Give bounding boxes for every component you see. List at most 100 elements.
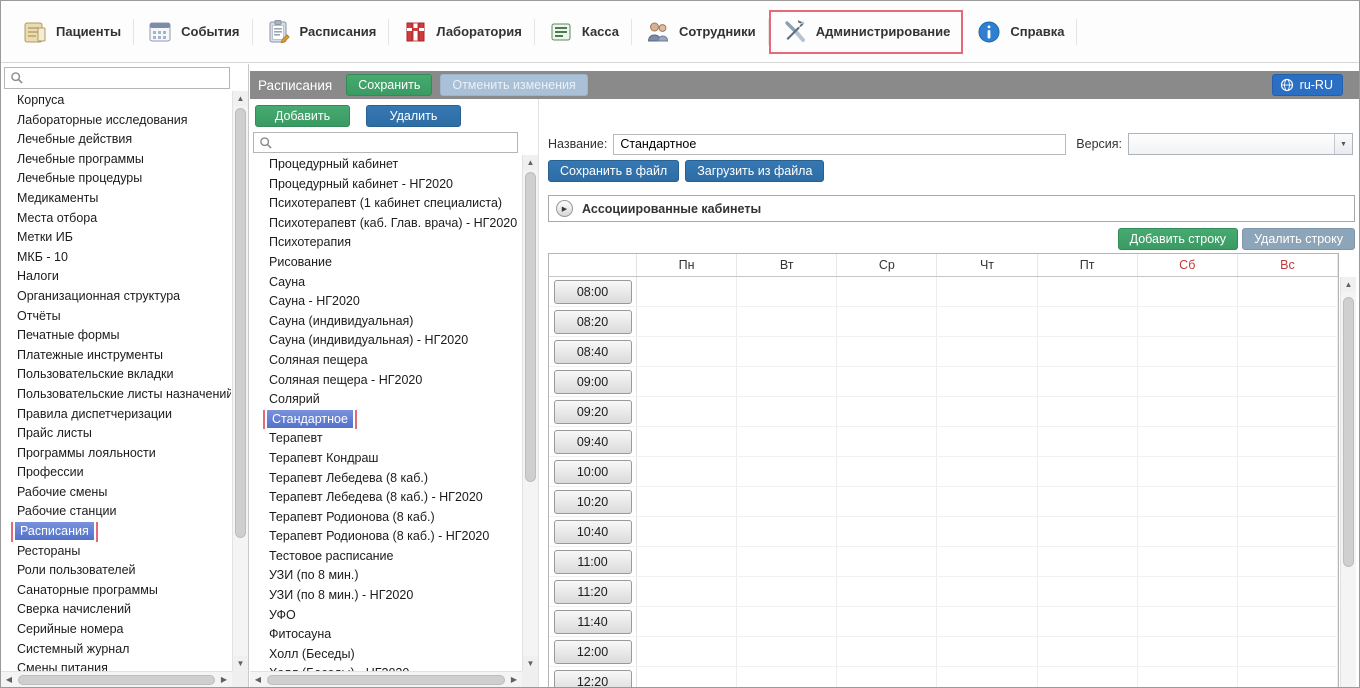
sidebar-item[interactable]: Роли пользователей: [1, 561, 231, 581]
expand-section-icon[interactable]: ▶: [556, 200, 573, 217]
sidebar-item[interactable]: Программы лояльности: [1, 444, 231, 464]
time-slot-button[interactable]: 12:00: [554, 640, 632, 664]
grid-cell[interactable]: [837, 547, 937, 576]
grid-cell[interactable]: [1238, 367, 1338, 396]
toolbar-item-events[interactable]: События: [134, 10, 252, 54]
grid-cell[interactable]: [837, 517, 937, 546]
schedule-item[interactable]: Терапевт Лебедева (8 каб.): [250, 469, 521, 489]
grid-cell[interactable]: [837, 457, 937, 486]
scrollbar-thumb[interactable]: [525, 172, 536, 482]
time-slot-button[interactable]: 11:20: [554, 580, 632, 604]
sidebar-item[interactable]: Сверка начислений: [1, 600, 231, 620]
schedule-list-vertical-scrollbar[interactable]: ▲ ▼: [522, 155, 538, 671]
sidebar-item[interactable]: Системный журнал: [1, 640, 231, 660]
toolbar-item-schedules[interactable]: Расписания: [253, 10, 390, 54]
sidebar-item[interactable]: Лечебные процедуры: [1, 169, 231, 189]
time-slot-button[interactable]: 09:20: [554, 400, 632, 424]
time-slot-button[interactable]: 10:40: [554, 520, 632, 544]
grid-cell[interactable]: [1138, 337, 1238, 366]
grid-cell[interactable]: [737, 607, 837, 636]
sidebar-vertical-scrollbar[interactable]: ▲ ▼: [232, 91, 248, 671]
grid-cell[interactable]: [937, 367, 1037, 396]
sidebar-item[interactable]: Лечебные действия: [1, 130, 231, 150]
toolbar-item-cash[interactable]: Касса: [535, 10, 632, 54]
sidebar-item[interactable]: Медикаменты: [1, 189, 231, 209]
grid-cell[interactable]: [637, 607, 737, 636]
grid-cell[interactable]: [837, 607, 937, 636]
grid-cell[interactable]: [637, 637, 737, 666]
save-button[interactable]: Сохранить: [346, 74, 432, 96]
sidebar-item[interactable]: МКБ - 10: [1, 248, 231, 268]
grid-cell[interactable]: [1138, 637, 1238, 666]
schedule-item[interactable]: Рисование: [250, 253, 521, 273]
sidebar-item[interactable]: Места отбора: [1, 209, 231, 229]
grid-cell[interactable]: [637, 517, 737, 546]
scrollbar-thumb[interactable]: [267, 675, 505, 685]
scroll-up-icon[interactable]: ▲: [523, 155, 538, 170]
cancel-changes-button[interactable]: Отменить изменения: [440, 74, 587, 96]
grid-cell[interactable]: [1038, 427, 1138, 456]
sidebar-horizontal-scrollbar[interactable]: ◀ ▶: [1, 671, 232, 687]
time-slot-button[interactable]: 11:00: [554, 550, 632, 574]
scroll-right-icon[interactable]: ▶: [216, 675, 232, 684]
scroll-down-icon[interactable]: ▼: [523, 656, 538, 671]
grid-cell[interactable]: [737, 397, 837, 426]
schedule-item[interactable]: Сауна - НГ2020: [250, 292, 521, 312]
grid-cell[interactable]: [637, 547, 737, 576]
grid-cell[interactable]: [637, 307, 737, 336]
grid-cell[interactable]: [637, 577, 737, 606]
grid-cell[interactable]: [1238, 667, 1338, 687]
grid-cell[interactable]: [1138, 457, 1238, 486]
scroll-left-icon[interactable]: ◀: [250, 675, 266, 684]
schedule-item[interactable]: Стандартное: [250, 410, 521, 430]
sidebar-item[interactable]: Рестораны: [1, 542, 231, 562]
delete-schedule-button[interactable]: Удалить: [366, 105, 461, 127]
schedule-item[interactable]: Психотерапия: [250, 233, 521, 253]
sidebar-item[interactable]: Лечебные программы: [1, 150, 231, 170]
grid-cell[interactable]: [937, 457, 1037, 486]
grid-cell[interactable]: [1138, 277, 1238, 306]
schedule-item[interactable]: Терапевт: [250, 429, 521, 449]
grid-cell[interactable]: [637, 487, 737, 516]
grid-cell[interactable]: [837, 487, 937, 516]
add-schedule-button[interactable]: Добавить: [255, 105, 350, 127]
grid-cell[interactable]: [1238, 547, 1338, 576]
grid-cell[interactable]: [737, 337, 837, 366]
time-slot-button[interactable]: 10:00: [554, 460, 632, 484]
grid-cell[interactable]: [837, 427, 937, 456]
grid-cell[interactable]: [937, 427, 1037, 456]
grid-cell[interactable]: [1138, 307, 1238, 336]
time-slot-button[interactable]: 08:20: [554, 310, 632, 334]
sidebar-item[interactable]: Серийные номера: [1, 620, 231, 640]
schedule-item[interactable]: Тестовое расписание: [250, 547, 521, 567]
grid-cell[interactable]: [1138, 607, 1238, 636]
grid-cell[interactable]: [1238, 607, 1338, 636]
schedule-item[interactable]: Фитосауна: [250, 625, 521, 645]
grid-cell[interactable]: [937, 517, 1037, 546]
grid-cell[interactable]: [837, 277, 937, 306]
grid-cell[interactable]: [837, 337, 937, 366]
grid-cell[interactable]: [637, 667, 737, 687]
grid-cell[interactable]: [937, 577, 1037, 606]
sidebar-item[interactable]: Отчёты: [1, 307, 231, 327]
add-row-button[interactable]: Добавить строку: [1118, 228, 1238, 250]
sidebar-search-input[interactable]: [29, 71, 224, 85]
schedule-item[interactable]: Солярий: [250, 390, 521, 410]
grid-cell[interactable]: [937, 637, 1037, 666]
time-slot-button[interactable]: 08:40: [554, 340, 632, 364]
grid-cell[interactable]: [737, 487, 837, 516]
grid-cell[interactable]: [737, 637, 837, 666]
sidebar-item[interactable]: Профессии: [1, 463, 231, 483]
grid-cell[interactable]: [937, 397, 1037, 426]
grid-cell[interactable]: [1038, 457, 1138, 486]
grid-cell[interactable]: [737, 577, 837, 606]
grid-cell[interactable]: [1038, 637, 1138, 666]
sidebar-item[interactable]: Метки ИБ: [1, 228, 231, 248]
scroll-up-icon[interactable]: ▲: [233, 91, 248, 106]
grid-cell[interactable]: [837, 307, 937, 336]
grid-cell[interactable]: [1238, 397, 1338, 426]
grid-cell[interactable]: [1038, 607, 1138, 636]
toolbar-item-help[interactable]: Справка: [963, 10, 1077, 54]
scroll-up-icon[interactable]: ▲: [1341, 277, 1356, 292]
grid-cell[interactable]: [1238, 277, 1338, 306]
